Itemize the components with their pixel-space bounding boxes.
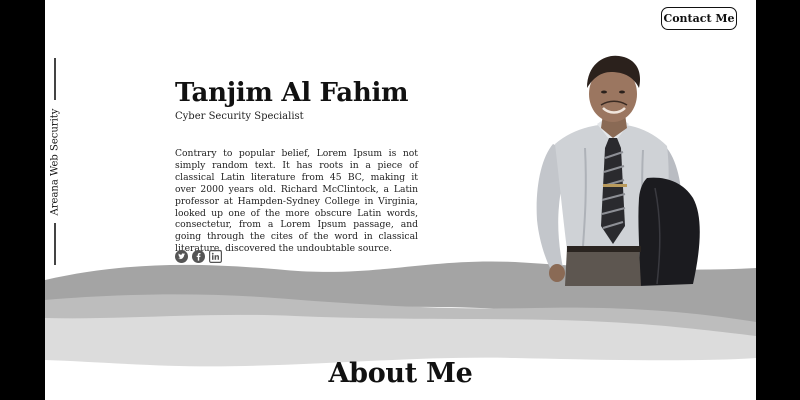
profile-photo [536, 55, 700, 286]
portfolio-page: Contact Me Areana Web Security Tanjim Al… [45, 0, 756, 400]
about-section-title: About Me [328, 358, 473, 389]
